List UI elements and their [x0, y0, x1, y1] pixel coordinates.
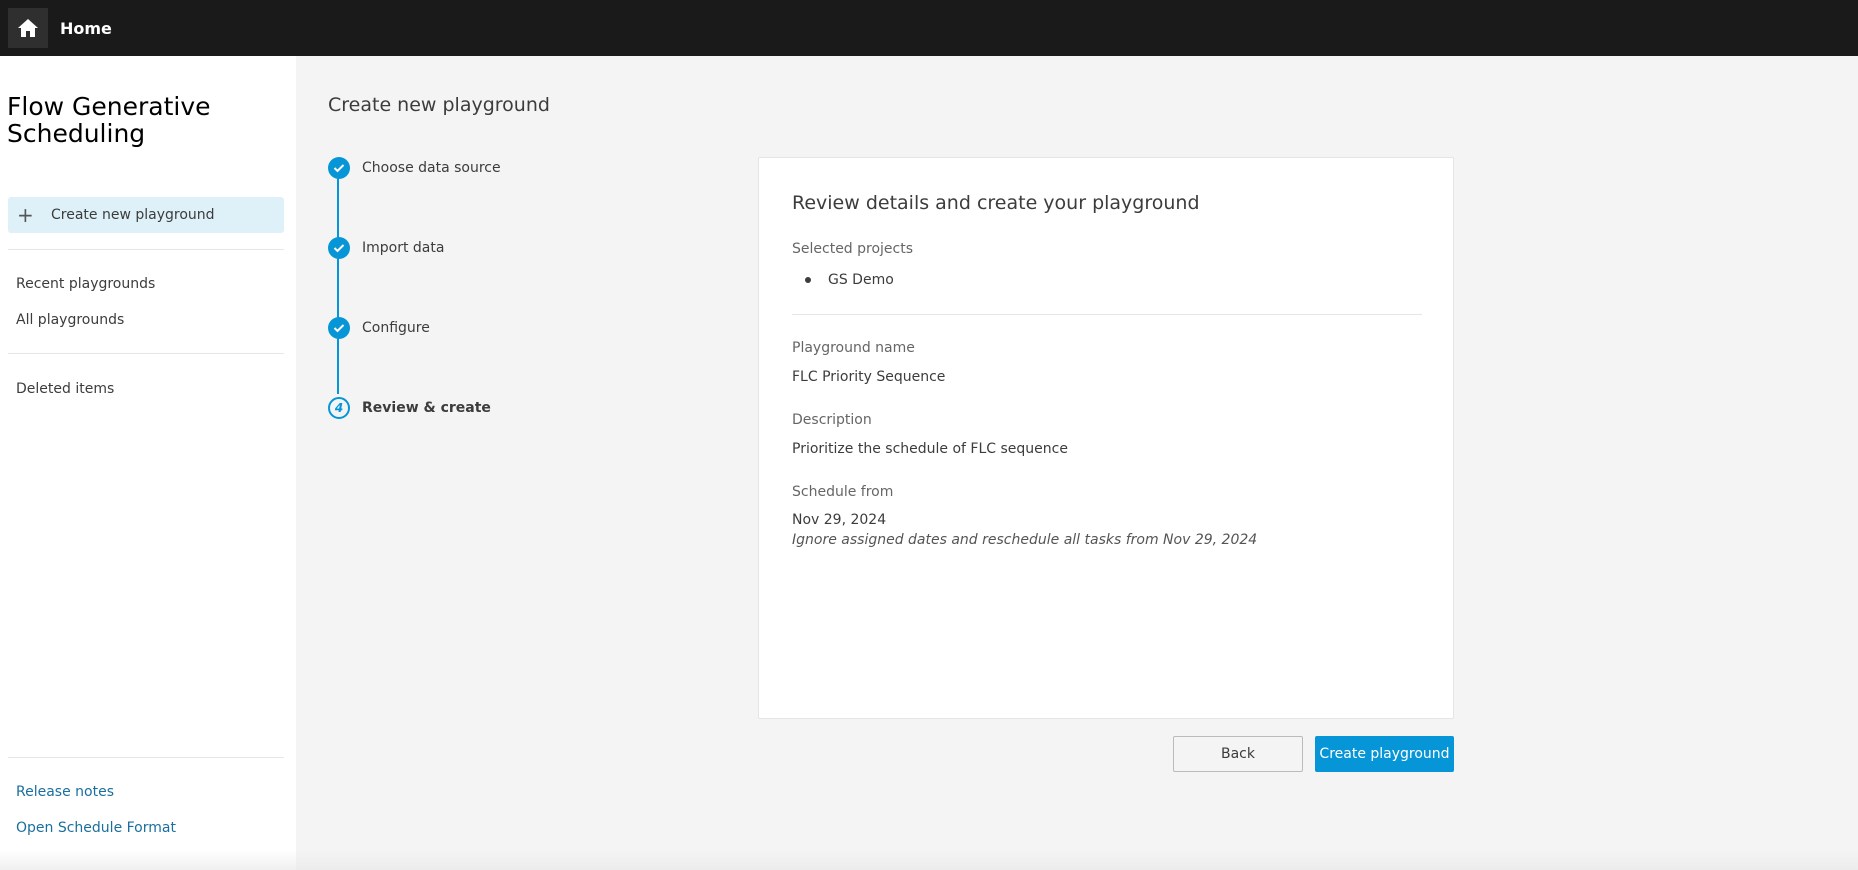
step-label: Review & create: [362, 400, 491, 416]
check-icon: [328, 237, 350, 259]
sidebar-divider: [8, 353, 284, 354]
description-label: Description: [792, 412, 872, 428]
step-number-badge: 4: [328, 397, 350, 419]
plus-icon: +: [17, 203, 34, 227]
schedule-from-value: Nov 29, 2024: [792, 512, 887, 528]
bottom-fade: [296, 850, 1858, 870]
sidebar-item-recent-playgrounds[interactable]: Recent playgrounds: [16, 276, 155, 292]
step-label: Choose data source: [362, 160, 501, 176]
step-label: Import data: [362, 240, 445, 256]
sidebar-divider: [8, 757, 284, 758]
step-review-create[interactable]: 4 Review & create: [328, 397, 491, 419]
app-title: Flow Generative Scheduling: [7, 92, 211, 148]
home-button[interactable]: [8, 8, 48, 48]
step-configure[interactable]: Configure: [328, 317, 430, 339]
card-title: Review details and create your playgroun…: [792, 192, 1200, 214]
schedule-from-label: Schedule from: [792, 484, 894, 500]
stepper-line: [337, 178, 339, 394]
card-divider: [792, 314, 1422, 315]
home-icon: [18, 19, 38, 37]
step-import-data[interactable]: Import data: [328, 237, 444, 259]
sidebar-fade: [0, 850, 296, 870]
create-playground-button[interactable]: Create playground: [1315, 736, 1454, 772]
sidebar-item-all-playgrounds[interactable]: All playgrounds: [16, 312, 124, 328]
page-title: Create new playground: [328, 94, 550, 116]
selected-project-item: GS Demo: [805, 272, 894, 288]
selected-projects-label: Selected projects: [792, 241, 914, 257]
playground-name-label: Playground name: [792, 340, 915, 356]
open-schedule-format-link[interactable]: Open Schedule Format: [16, 820, 176, 836]
check-icon: [328, 317, 350, 339]
bullet-icon: [805, 277, 811, 283]
step-label: Configure: [362, 320, 430, 336]
sidebar-item-deleted-items[interactable]: Deleted items: [16, 381, 114, 397]
back-button[interactable]: Back: [1173, 736, 1303, 772]
sidebar-item-create-new-playground[interactable]: + Create new playground: [8, 197, 284, 233]
sidebar: Flow Generative Scheduling + Create new …: [0, 56, 296, 870]
project-name: GS Demo: [828, 272, 894, 288]
schedule-note: Ignore assigned dates and reschedule all…: [792, 532, 1258, 548]
step-choose-data-source[interactable]: Choose data source: [328, 157, 501, 179]
review-card: Review details and create your playgroun…: [758, 157, 1454, 719]
check-icon: [328, 157, 350, 179]
release-notes-link[interactable]: Release notes: [16, 784, 114, 800]
sidebar-divider: [8, 249, 284, 250]
top-bar: Home: [0, 0, 1858, 56]
description-value: Prioritize the schedule of FLC sequence: [792, 441, 1068, 457]
home-title[interactable]: Home: [60, 19, 112, 38]
playground-name-value: FLC Priority Sequence: [792, 369, 946, 385]
sidebar-item-label: Create new playground: [51, 207, 215, 223]
